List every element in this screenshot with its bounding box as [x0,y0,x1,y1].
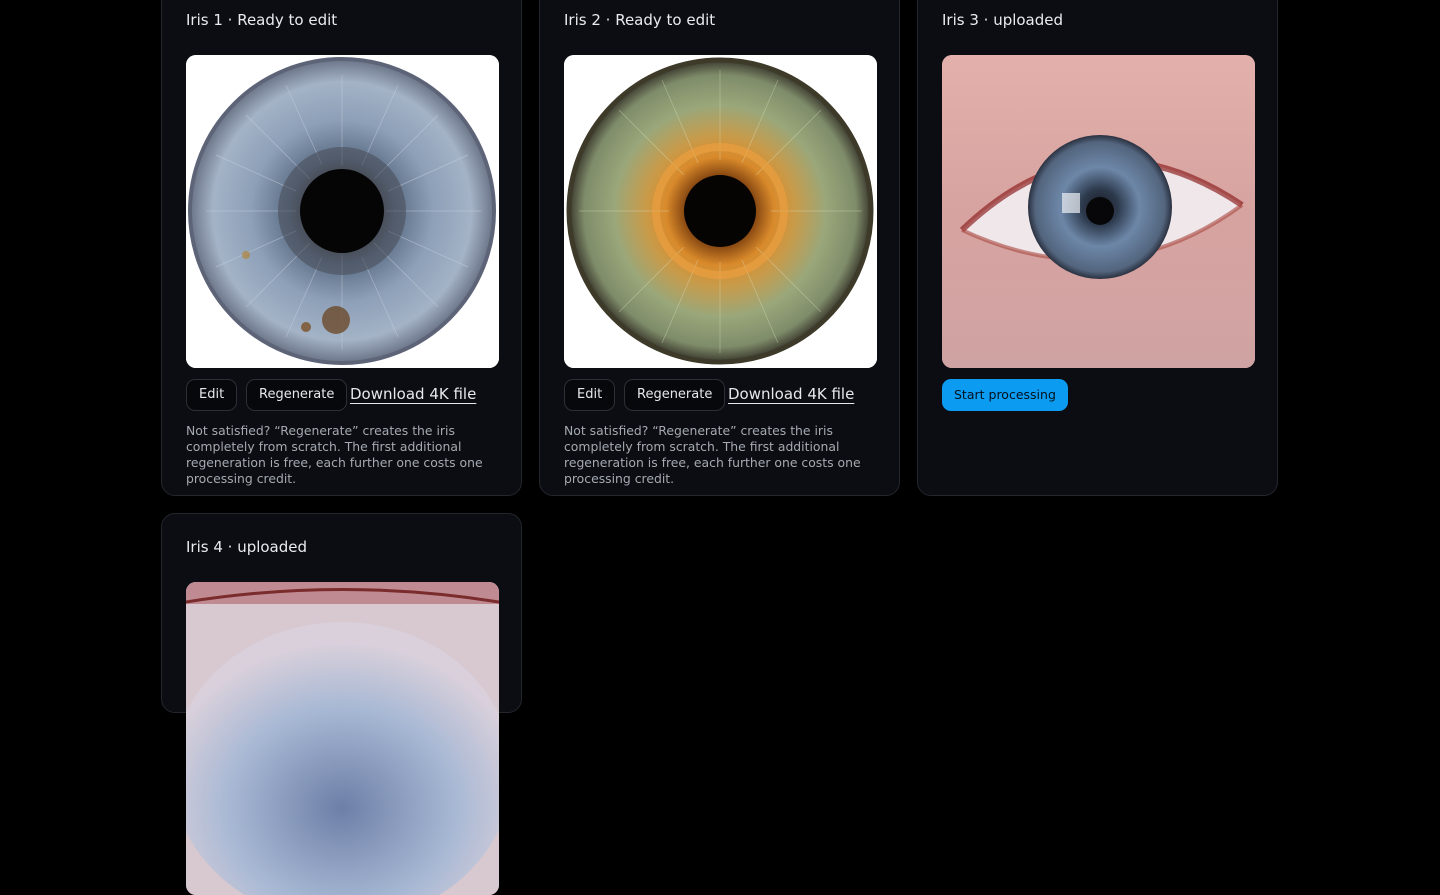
eye-photo-preview [942,55,1255,368]
iris-image [186,55,499,368]
eye-photo-preview [186,582,499,895]
iris-card-1: Iris 1 · Ready to edit Edit Regenerate D… [161,0,522,496]
start-processing-button[interactable]: Start processing [942,379,1068,411]
card-title: Iris 2 · Ready to edit [564,11,716,29]
iris-image [186,582,499,895]
edit-button[interactable]: Edit [564,379,616,411]
iris-1-preview [186,55,499,368]
iris-card-3: Iris 3 · uploaded Start processing [917,0,1278,496]
card-title: Iris 1 · Ready to edit [186,11,338,29]
download-4k-link[interactable]: Download 4K file [350,385,476,403]
iris-card-4: Iris 4 · uploaded [161,513,522,895]
card-title: Iris 4 · uploaded [186,538,308,556]
download-4k-link[interactable]: Download 4K file [728,385,854,403]
iris-card-2: Iris 2 · Ready to edit Edit Regenerate D… [539,0,900,496]
card-title: Iris 3 · uploaded [942,11,1064,29]
iris-image [942,55,1255,368]
iris-image [564,55,877,368]
regenerate-button[interactable]: Regenerate [246,379,348,411]
regenerate-button[interactable]: Regenerate [624,379,726,411]
iris-2-preview [564,55,877,368]
regenerate-note: Not satisfied? “Regenerate” creates the … [186,423,483,486]
regenerate-note: Not satisfied? “Regenerate” creates the … [564,423,861,486]
edit-button[interactable]: Edit [186,379,238,411]
